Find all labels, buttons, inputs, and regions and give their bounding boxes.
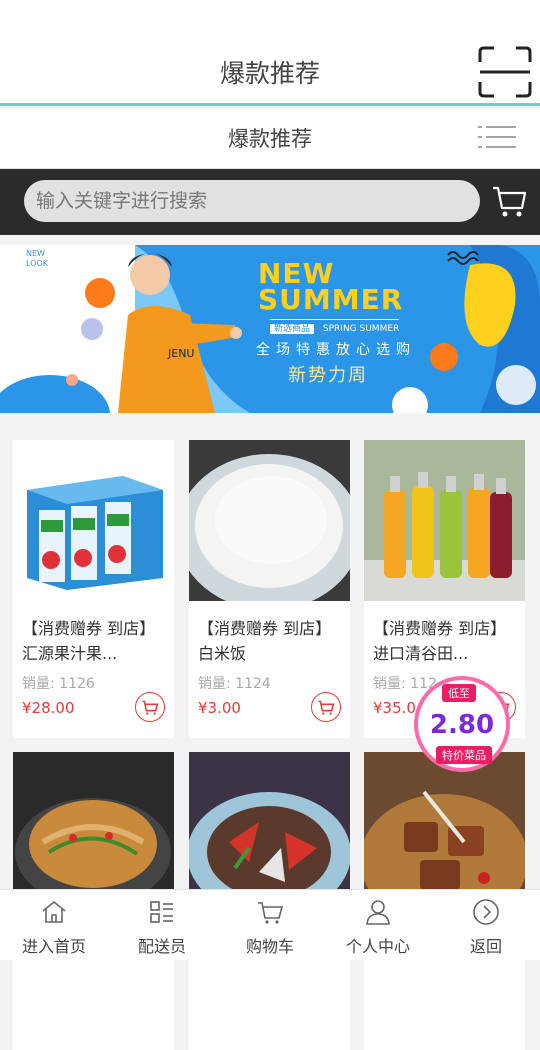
banner-headline-2: SUMMER xyxy=(258,283,404,316)
tab-label: 个人中心 xyxy=(345,937,410,956)
cart-icon xyxy=(258,902,284,924)
product-sales: 销量: 1124 xyxy=(198,676,271,692)
product-price: ¥35.0 xyxy=(373,699,416,717)
promo-badge-bottom: 特价菜品 xyxy=(436,746,492,764)
product-price: ¥28.00 xyxy=(22,699,75,717)
page-title: 爆款推荐 xyxy=(219,59,320,88)
promo-badge-value: 2.80 xyxy=(429,710,495,740)
product-card[interactable]: 【消费赠券 到店】白米饭 销量: 1124 ¥3.00 xyxy=(177,440,361,738)
svg-text:JENU: JENU xyxy=(167,347,194,360)
tab-profile[interactable]: 个人中心 xyxy=(324,890,432,961)
bottom-tab-bar: 进入首页 配送员 购物车 个人中心 返回 xyxy=(0,889,540,960)
product-price: ¥3.00 xyxy=(198,699,241,717)
back-icon xyxy=(473,899,499,925)
banner-slogan: 全场特惠放心选购 xyxy=(256,342,416,358)
search-input[interactable] xyxy=(36,180,468,222)
add-to-cart-icon[interactable] xyxy=(311,692,341,722)
home-icon xyxy=(42,900,66,923)
product-image-juice xyxy=(13,440,174,601)
section-title: 爆款推荐 xyxy=(228,127,312,151)
scan-icon[interactable] xyxy=(478,46,532,98)
list-icon xyxy=(150,901,173,923)
promo-badge-top: 低至 xyxy=(442,684,476,702)
search-bar xyxy=(0,169,540,235)
sub-header: 爆款推荐 xyxy=(0,109,540,169)
tab-label: 返回 xyxy=(469,937,502,956)
menu-icon[interactable] xyxy=(478,125,516,149)
product-image-drinks xyxy=(364,440,525,601)
promo-banner[interactable]: NEW LOOK JENU NEW SUMMER 新选商品 SPRING SUM… xyxy=(0,245,540,413)
tab-back[interactable]: 返回 xyxy=(432,890,540,961)
cart-icon[interactable] xyxy=(492,184,526,218)
tab-label: 配送员 xyxy=(137,937,186,956)
promo-badge[interactable]: 低至 2.80 特价菜品 xyxy=(414,676,510,772)
tab-delivery[interactable]: 配送员 xyxy=(108,890,216,961)
banner-tagline: 新选商品 SPRING SUMMER xyxy=(270,319,400,334)
user-icon xyxy=(366,900,390,925)
tab-label: 购物车 xyxy=(245,937,294,956)
tab-cart[interactable]: 购物车 xyxy=(216,890,324,961)
top-bar: 爆款推荐 xyxy=(0,0,540,106)
tab-label: 进入首页 xyxy=(21,937,86,956)
product-image-rice xyxy=(177,440,361,610)
product-sales: 销量: 1126 xyxy=(22,676,95,692)
banner-subtitle: 新势力周 xyxy=(288,365,368,386)
tab-home[interactable]: 进入首页 xyxy=(0,890,108,961)
add-to-cart-icon[interactable] xyxy=(135,692,165,722)
product-name: 【消费赠券 到店】汇源果汁果... xyxy=(22,619,156,663)
product-card[interactable]: 【消费赠券 到店】汇源果汁果... 销量: 1126 ¥28.00 xyxy=(13,440,174,738)
search-field[interactable] xyxy=(24,180,480,222)
product-name: 【消费赠券 到店】进口清谷田... xyxy=(373,619,507,663)
product-name: 【消费赠券 到店】白米饭 xyxy=(198,619,332,663)
